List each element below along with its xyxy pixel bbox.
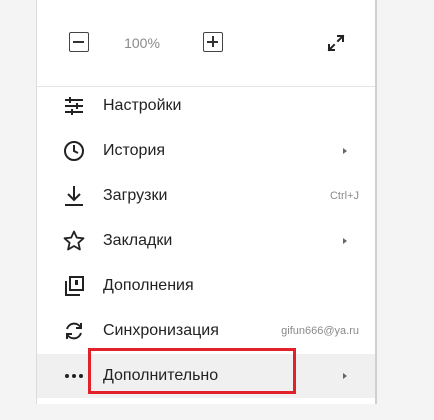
fullscreen-icon bbox=[327, 34, 345, 52]
menu-item-label: Синхронизация bbox=[103, 322, 219, 339]
browser-menu: 100% Настройки История Загрузки Ctrl+J З… bbox=[36, 0, 375, 404]
menu-item-label: Загрузки bbox=[103, 187, 168, 204]
settings-sliders-icon bbox=[63, 95, 85, 117]
background-left bbox=[0, 0, 36, 420]
menu-item-settings[interactable]: Настройки bbox=[37, 84, 375, 128]
zoom-level: 100% bbox=[124, 35, 160, 51]
menu-item-label: Дополнительно bbox=[103, 367, 219, 384]
menu-item-label: Дополнения bbox=[103, 277, 194, 294]
menu-item-label: История bbox=[103, 142, 166, 159]
zoom-controls: 100% bbox=[37, 0, 375, 86]
menu-item-downloads[interactable]: Загрузки Ctrl+J bbox=[37, 174, 375, 218]
zoom-in-button[interactable] bbox=[203, 32, 223, 52]
sync-icon bbox=[63, 320, 85, 342]
submenu-arrow-icon bbox=[343, 238, 347, 244]
account-email: gifun666@ya.ru bbox=[281, 325, 359, 337]
background-right bbox=[374, 0, 434, 420]
download-icon bbox=[63, 185, 85, 207]
fullscreen-button[interactable] bbox=[325, 32, 347, 54]
minus-icon bbox=[73, 40, 84, 43]
menu-item-label: Закладки bbox=[103, 232, 173, 249]
submenu-arrow-icon bbox=[343, 148, 347, 154]
menu-item-extensions[interactable]: Дополнения bbox=[37, 264, 375, 308]
submenu-arrow-icon bbox=[343, 373, 347, 379]
extensions-icon bbox=[63, 275, 85, 297]
star-icon bbox=[63, 230, 85, 252]
menu-item-history[interactable]: История bbox=[37, 129, 375, 173]
menu-item-sync[interactable]: Синхронизация gifun666@ya.ru bbox=[37, 309, 375, 353]
menu-item-label: Настройки bbox=[103, 97, 182, 114]
menu-item-bookmarks[interactable]: Закладки bbox=[37, 219, 375, 263]
shortcut-hint: Ctrl+J bbox=[329, 190, 359, 202]
menu-item-more[interactable]: Дополнительно bbox=[37, 354, 375, 398]
more-dots-icon bbox=[63, 365, 85, 387]
background-bottom bbox=[36, 404, 374, 420]
zoom-out-button[interactable] bbox=[69, 32, 89, 52]
clock-icon bbox=[63, 140, 85, 162]
